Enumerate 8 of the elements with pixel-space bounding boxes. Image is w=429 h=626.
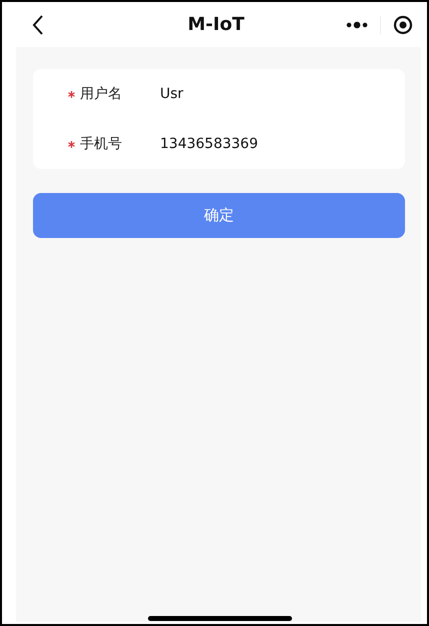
input-field[interactable]: 13436583369 xyxy=(160,136,360,152)
field-label: 用户名 xyxy=(80,85,123,103)
input-field[interactable]: Usr xyxy=(160,86,360,102)
back-button[interactable] xyxy=(32,14,44,34)
more-icon[interactable] xyxy=(346,20,368,28)
page-title: M-IoT xyxy=(186,14,246,35)
close-icon[interactable] xyxy=(393,14,413,34)
field-label: 手机号 xyxy=(80,135,123,153)
